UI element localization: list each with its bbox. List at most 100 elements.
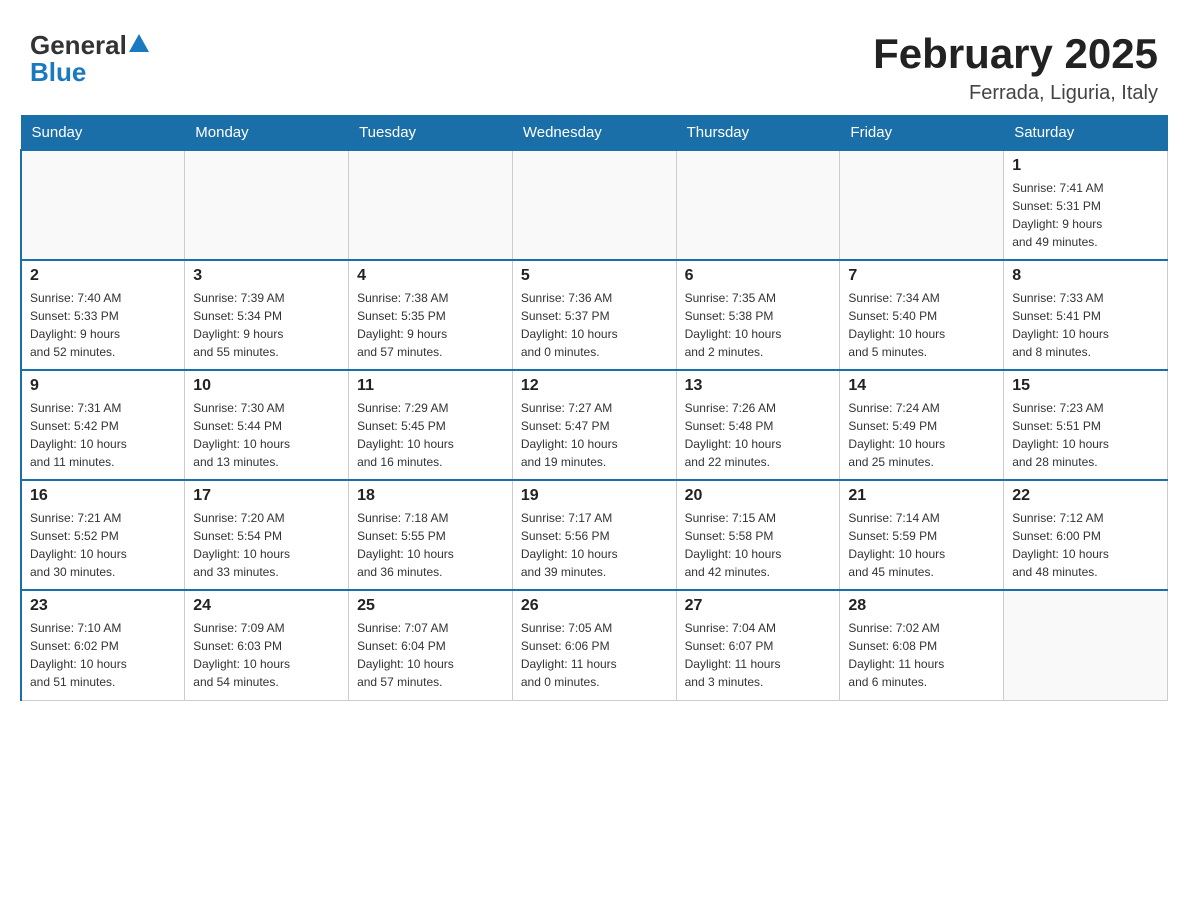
day-number: 1 (1012, 157, 1159, 175)
day-info: Sunrise: 7:33 AMSunset: 5:41 PMDaylight:… (1012, 289, 1159, 361)
calendar-cell: 16 Sunrise: 7:21 AMSunset: 5:52 PMDayligh… (21, 480, 185, 590)
calendar-cell (185, 150, 349, 260)
calendar-cell: 2 Sunrise: 7:40 AMSunset: 5:33 PMDaylight… (21, 260, 185, 370)
location-title: Ferrada, Liguria, Italy (873, 82, 1158, 105)
day-number: 13 (685, 377, 832, 395)
day-info: Sunrise: 7:02 AMSunset: 6:08 PMDaylight:… (848, 619, 995, 691)
calendar-cell: 12 Sunrise: 7:27 AMSunset: 5:47 PMDayligh… (512, 370, 676, 480)
day-number: 28 (848, 597, 995, 615)
calendar-cell: 21 Sunrise: 7:14 AMSunset: 5:59 PMDayligh… (840, 480, 1004, 590)
day-info: Sunrise: 7:41 AMSunset: 5:31 PMDaylight:… (1012, 179, 1159, 251)
calendar-cell: 15 Sunrise: 7:23 AMSunset: 5:51 PMDayligh… (1004, 370, 1168, 480)
day-info: Sunrise: 7:29 AMSunset: 5:45 PMDaylight:… (357, 399, 504, 471)
calendar-cell: 11 Sunrise: 7:29 AMSunset: 5:45 PMDayligh… (349, 370, 513, 480)
day-info: Sunrise: 7:07 AMSunset: 6:04 PMDaylight:… (357, 619, 504, 691)
week-row-3: 9 Sunrise: 7:31 AMSunset: 5:42 PMDaylight… (21, 370, 1168, 480)
calendar-cell: 9 Sunrise: 7:31 AMSunset: 5:42 PMDaylight… (21, 370, 185, 480)
day-number: 12 (521, 377, 668, 395)
calendar-cell: 8Sunrise: 7:33 AMSunset: 5:41 PMDaylight… (1004, 260, 1168, 370)
day-of-week-monday: Monday (185, 116, 349, 151)
logo-blue-text: Blue (30, 57, 86, 88)
week-row-4: 16 Sunrise: 7:21 AMSunset: 5:52 PMDayligh… (21, 480, 1168, 590)
day-number: 24 (193, 597, 340, 615)
calendar-cell: 3 Sunrise: 7:39 AMSunset: 5:34 PMDaylight… (185, 260, 349, 370)
day-info: Sunrise: 7:18 AMSunset: 5:55 PMDaylight:… (357, 509, 504, 581)
day-number: 6 (685, 267, 832, 285)
day-info: Sunrise: 7:31 AMSunset: 5:42 PMDaylight:… (30, 399, 176, 471)
day-of-week-friday: Friday (840, 116, 1004, 151)
calendar-cell (1004, 590, 1168, 700)
day-number: 20 (685, 487, 832, 505)
day-number: 14 (848, 377, 995, 395)
logo-triangle-icon (129, 32, 149, 54)
calendar-cell: 19 Sunrise: 7:17 AMSunset: 5:56 PMDayligh… (512, 480, 676, 590)
calendar-cell: 18 Sunrise: 7:18 AMSunset: 5:55 PMDayligh… (349, 480, 513, 590)
day-of-week-saturday: Saturday (1004, 116, 1168, 151)
calendar-cell: 6 Sunrise: 7:35 AMSunset: 5:38 PMDaylight… (676, 260, 840, 370)
day-of-week-sunday: Sunday (21, 116, 185, 151)
day-number: 19 (521, 487, 668, 505)
week-row-2: 2 Sunrise: 7:40 AMSunset: 5:33 PMDaylight… (21, 260, 1168, 370)
day-info: Sunrise: 7:26 AMSunset: 5:48 PMDaylight:… (685, 399, 832, 471)
calendar-cell: 1 Sunrise: 7:41 AMSunset: 5:31 PMDaylight… (1004, 150, 1168, 260)
calendar-cell: 10 Sunrise: 7:30 AMSunset: 5:44 PMDayligh… (185, 370, 349, 480)
day-info: Sunrise: 7:35 AMSunset: 5:38 PMDaylight:… (685, 289, 832, 361)
day-number: 5 (521, 267, 668, 285)
day-info: Sunrise: 7:12 AMSunset: 6:00 PMDaylight:… (1012, 509, 1159, 581)
day-info: Sunrise: 7:23 AMSunset: 5:51 PMDaylight:… (1012, 399, 1159, 471)
calendar-cell: 4Sunrise: 7:38 AMSunset: 5:35 PMDaylight… (349, 260, 513, 370)
day-number: 26 (521, 597, 668, 615)
page-header: General Blue February 2025 Ferrada, Ligu… (20, 20, 1168, 105)
day-info: Sunrise: 7:24 AMSunset: 5:49 PMDaylight:… (848, 399, 995, 471)
day-number: 16 (30, 487, 176, 505)
day-number: 21 (848, 487, 995, 505)
calendar-cell: 13 Sunrise: 7:26 AMSunset: 5:48 PMDayligh… (676, 370, 840, 480)
day-number: 10 (193, 377, 340, 395)
day-info: Sunrise: 7:30 AMSunset: 5:44 PMDaylight:… (193, 399, 340, 471)
calendar-cell (21, 150, 185, 260)
calendar-cell: 26 Sunrise: 7:05 AMSunset: 6:06 PMDayligh… (512, 590, 676, 700)
day-info: Sunrise: 7:15 AMSunset: 5:58 PMDaylight:… (685, 509, 832, 581)
calendar-cell: 14 Sunrise: 7:24 AMSunset: 5:49 PMDayligh… (840, 370, 1004, 480)
day-number: 22 (1012, 487, 1159, 505)
calendar-cell: 25Sunrise: 7:07 AMSunset: 6:04 PMDayligh… (349, 590, 513, 700)
day-number: 17 (193, 487, 340, 505)
day-info: Sunrise: 7:05 AMSunset: 6:06 PMDaylight:… (521, 619, 668, 691)
day-info: Sunrise: 7:10 AMSunset: 6:02 PMDaylight:… (30, 619, 176, 691)
day-of-week-wednesday: Wednesday (512, 116, 676, 151)
day-number: 23 (30, 597, 176, 615)
day-info: Sunrise: 7:09 AMSunset: 6:03 PMDaylight:… (193, 619, 340, 691)
day-info: Sunrise: 7:39 AMSunset: 5:34 PMDaylight:… (193, 289, 340, 361)
day-number: 3 (193, 267, 340, 285)
day-info: Sunrise: 7:20 AMSunset: 5:54 PMDaylight:… (193, 509, 340, 581)
title-area: February 2025 Ferrada, Liguria, Italy (873, 30, 1158, 105)
day-info: Sunrise: 7:04 AMSunset: 6:07 PMDaylight:… (685, 619, 832, 691)
calendar-cell: 24 Sunrise: 7:09 AMSunset: 6:03 PMDayligh… (185, 590, 349, 700)
calendar-cell: 22 Sunrise: 7:12 AMSunset: 6:00 PMDayligh… (1004, 480, 1168, 590)
day-info: Sunrise: 7:38 AMSunset: 5:35 PMDaylight:… (357, 289, 504, 361)
calendar-cell: 27 Sunrise: 7:04 AMSunset: 6:07 PMDayligh… (676, 590, 840, 700)
day-number: 9 (30, 377, 176, 395)
day-number: 11 (357, 377, 504, 395)
day-number: 27 (685, 597, 832, 615)
day-info: Sunrise: 7:40 AMSunset: 5:33 PMDaylight:… (30, 289, 176, 361)
day-of-week-thursday: Thursday (676, 116, 840, 151)
calendar-cell (512, 150, 676, 260)
day-info: Sunrise: 7:17 AMSunset: 5:56 PMDaylight:… (521, 509, 668, 581)
calendar-cell: 20 Sunrise: 7:15 AMSunset: 5:58 PMDayligh… (676, 480, 840, 590)
day-info: Sunrise: 7:21 AMSunset: 5:52 PMDaylight:… (30, 509, 176, 581)
day-number: 15 (1012, 377, 1159, 395)
calendar-cell: 28 Sunrise: 7:02 AMSunset: 6:08 PMDayligh… (840, 590, 1004, 700)
day-info: Sunrise: 7:36 AMSunset: 5:37 PMDaylight:… (521, 289, 668, 361)
day-number: 18 (357, 487, 504, 505)
day-info: Sunrise: 7:27 AMSunset: 5:47 PMDaylight:… (521, 399, 668, 471)
day-number: 2 (30, 267, 176, 285)
calendar-cell: 7 Sunrise: 7:34 AMSunset: 5:40 PMDaylight… (840, 260, 1004, 370)
week-row-5: 23 Sunrise: 7:10 AMSunset: 6:02 PMDayligh… (21, 590, 1168, 700)
calendar-cell (349, 150, 513, 260)
calendar-table: SundayMondayTuesdayWednesdayThursdayFrid… (20, 115, 1168, 701)
day-info: Sunrise: 7:34 AMSunset: 5:40 PMDaylight:… (848, 289, 995, 361)
day-number: 7 (848, 267, 995, 285)
month-title: February 2025 (873, 30, 1158, 78)
day-info: Sunrise: 7:14 AMSunset: 5:59 PMDaylight:… (848, 509, 995, 581)
